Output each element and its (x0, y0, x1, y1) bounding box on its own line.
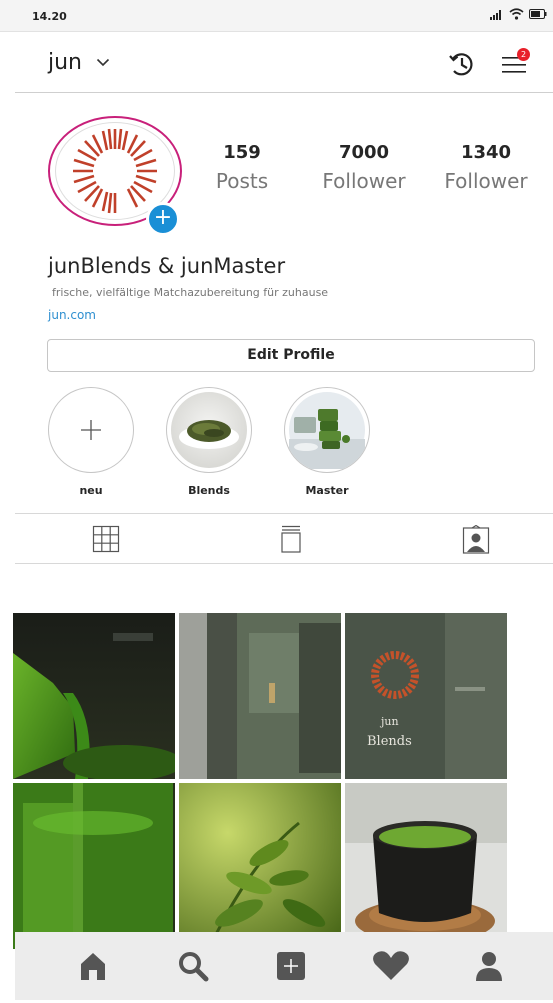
profile-avatar[interactable]: + (48, 116, 184, 236)
profile-header: jun 2 (0, 32, 553, 94)
home-icon[interactable] (77, 950, 109, 982)
header-divider (15, 92, 553, 93)
username-switcher[interactable]: jun (48, 50, 82, 75)
profile-page: 14.20 jun 2 + 159 Posts 7000 Follower 13… (0, 0, 553, 1003)
stat-following[interactable]: 1340 Follower (436, 142, 536, 193)
highlight-label: Blends (188, 484, 230, 497)
history-icon[interactable] (448, 50, 476, 78)
post-thumbnail[interactable] (345, 783, 507, 949)
status-bar: 14.20 (0, 0, 553, 32)
profile-icon[interactable] (473, 950, 505, 982)
post-image-storefront: jun Blends (345, 613, 507, 779)
jun-logo (73, 128, 157, 214)
highlight-master-circle (284, 387, 370, 473)
posts-count: 159 (223, 142, 261, 163)
tea-leaves-image (171, 392, 247, 468)
highlight-label: Master (305, 484, 349, 497)
post-thumbnail[interactable] (179, 613, 341, 779)
igtv-icon[interactable] (280, 525, 302, 555)
stat-posts[interactable]: 159 Posts (200, 142, 284, 193)
status-icons (490, 8, 547, 20)
plus-icon (81, 420, 101, 440)
following-count: 1340 (460, 142, 512, 163)
post-thumbnail[interactable] (13, 783, 175, 949)
posts-label: Posts (215, 169, 269, 193)
post-image-tea-plant (179, 783, 341, 949)
notification-badge: 2 (517, 48, 530, 61)
post-thumbnail[interactable] (179, 783, 341, 949)
highlight-label: neu (79, 484, 103, 497)
post-image-window (179, 613, 341, 779)
post-image-pour (13, 613, 175, 779)
post-image-matcha-cup (345, 783, 507, 949)
highlight-new[interactable]: neu (48, 387, 134, 497)
highlight-blends[interactable]: Blends (166, 387, 252, 497)
svg-text:Blends: Blends (367, 734, 412, 749)
highlight-blends-circle (166, 387, 252, 473)
posts-grid: jun Blends (13, 613, 513, 949)
profile-link[interactable]: jun.com (48, 308, 96, 322)
tabs-divider-bottom (15, 563, 553, 564)
post-thumbnail[interactable] (13, 613, 175, 779)
stat-followers[interactable]: 7000 Follower (312, 142, 416, 193)
chevron-down-icon[interactable] (96, 58, 110, 67)
svg-text:jun: jun (379, 715, 399, 728)
highlight-new-circle (48, 387, 134, 473)
followers-count: 7000 (338, 142, 390, 163)
matcha-stack-image (289, 392, 365, 469)
following-label: Follower (444, 169, 528, 193)
add-post-icon[interactable] (275, 950, 307, 982)
grid-icon[interactable] (92, 525, 120, 553)
status-time: 14.20 (32, 10, 67, 23)
highlight-master[interactable]: Master (284, 387, 370, 497)
profile-bio: frische, vielfältige Matchazubereitung f… (52, 286, 329, 299)
tabs-divider-top (15, 513, 553, 514)
post-image-glass (13, 783, 175, 949)
tagged-icon[interactable] (462, 525, 490, 555)
post-thumbnail[interactable]: jun Blends (345, 613, 507, 779)
search-icon[interactable] (177, 950, 209, 982)
profile-name: junBlends & junMaster (48, 254, 286, 278)
battery-icon (529, 9, 547, 19)
signal-icon (490, 9, 501, 20)
edit-profile-button[interactable]: Edit Profile (47, 339, 535, 372)
bottom-navigation (15, 932, 553, 1000)
wifi-icon (509, 8, 524, 20)
heart-icon[interactable] (371, 950, 411, 982)
menu-button[interactable]: 2 (500, 48, 530, 78)
add-story-button[interactable]: + (146, 202, 180, 236)
followers-label: Follower (322, 169, 406, 193)
